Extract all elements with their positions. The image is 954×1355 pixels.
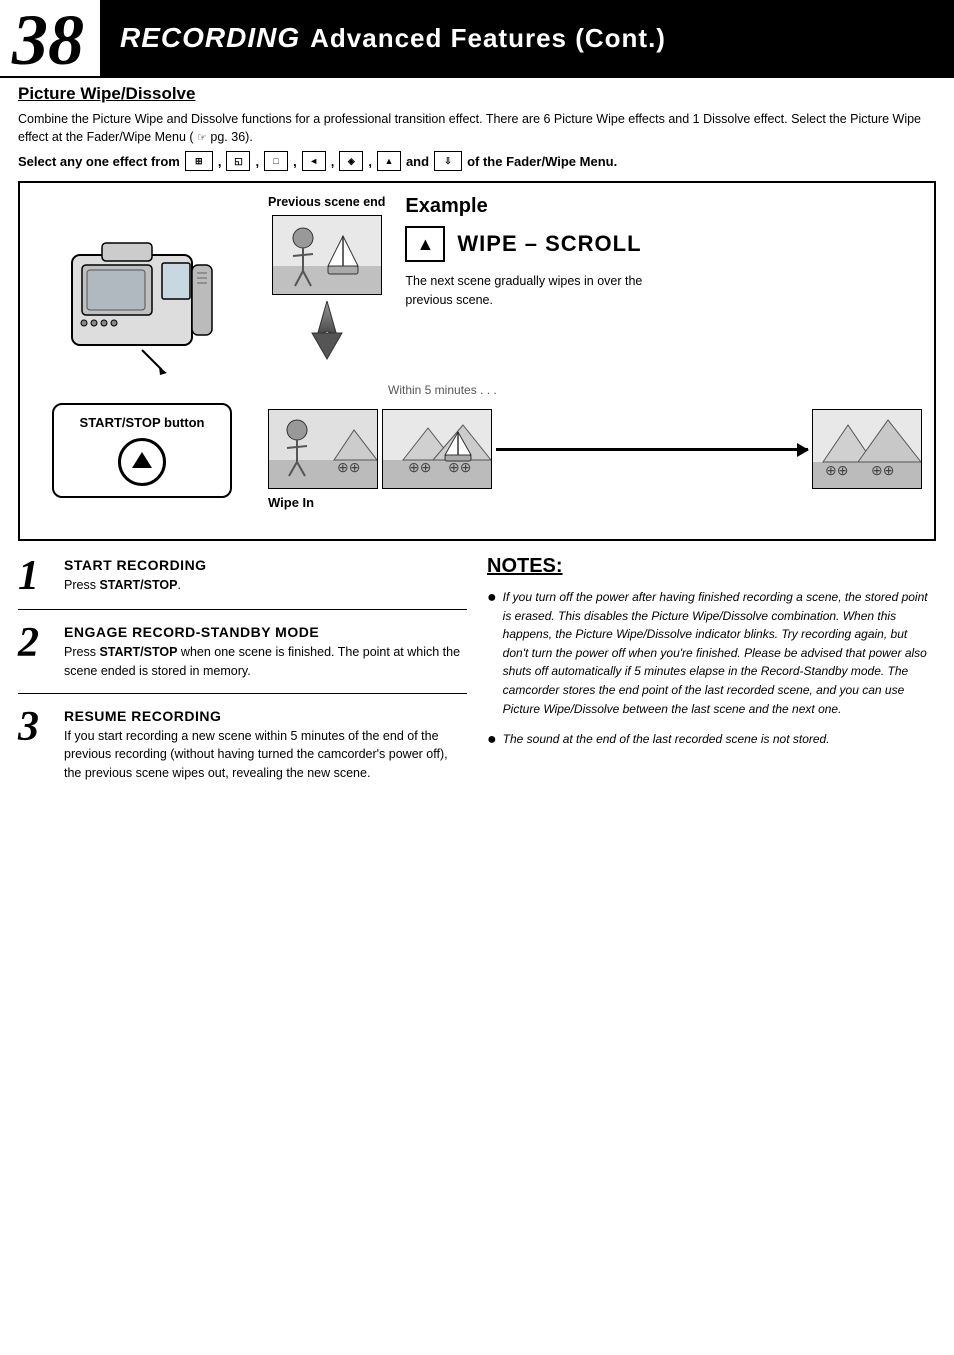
step-1-number: 1 [18,555,54,597]
camera-section: START/STOP button [32,195,252,527]
effect-icon-1: ⊞ [185,151,213,171]
intro-main: Combine the Picture Wipe and Dissolve fu… [18,112,921,144]
svg-text:⊕⊕: ⊕⊕ [337,459,360,475]
effect-row-start: Select any one effect from [18,154,180,169]
prev-scene-svg [273,216,381,294]
arrow-down-icon [307,301,347,361]
step-2-title: ENGAGE RECORD-STANDBY MODE [64,624,467,640]
note-text-1: If you turn off the power after having f… [503,588,936,718]
example-section: Example ▲ WIPE – SCROLL The next scene g… [405,195,922,367]
intro-end: pg. 36). [210,130,252,144]
effect-row: Select any one effect from ⊞ , ◱ , □ , ◄… [18,151,936,171]
circle-button [118,438,166,486]
step-3-body: If you start recording a new scene withi… [64,727,467,783]
page-ref-icon: ☞ [197,132,207,144]
effect-and: and [406,154,429,169]
svg-text:⊕⊕: ⊕⊕ [871,462,894,478]
notes-title: NOTES: [487,555,936,578]
demo-top: Previous scene end [268,195,922,367]
demo-section: Previous scene end [268,195,922,527]
step-1-body: Press START/STOP. [64,576,467,595]
step-2-content: ENGAGE RECORD-STANDBY MODE Press START/S… [64,622,467,681]
step-1: 1 START RECORDING Press START/STOP. [18,555,467,610]
wipe-scroll-row: ▲ WIPE – SCROLL [405,226,922,262]
prev-scene-image [272,215,382,295]
step-3-title: RESUME RECORDING [64,708,467,724]
title-recording: RECORDING [120,22,300,54]
step-1-title: START RECORDING [64,557,467,573]
note-bullet-1: ● [487,588,497,718]
note-item-2: ● The sound at the end of the last recor… [487,730,936,749]
wipe-icon-box: ▲ [405,226,445,262]
page-content: Picture Wipe/Dissolve Combine the Pictur… [0,84,954,807]
seq-img-1: ⊕⊕ [268,409,378,489]
section-title: Picture Wipe/Dissolve [18,84,936,104]
step-3: 3 RESUME RECORDING If you start recordin… [18,706,467,795]
effect-icon-6: ▲ [377,151,401,171]
wipe-scroll-title: WIPE – SCROLL [457,231,641,257]
start-stop-label: START/STOP button [72,415,212,430]
wipe-arrow-right [496,448,808,451]
step-2-number: 2 [18,622,54,681]
seq-img-3: ⊕⊕ ⊕⊕ [812,409,922,489]
note-bullet-2: ● [487,730,497,749]
effect-icon-5: ◈ [339,151,363,171]
arrow-down-wrap [307,295,347,367]
page-number: 38 [0,0,100,76]
notes-section: NOTES: ● If you turn off the power after… [487,555,936,807]
seq-img-2: ⊕⊕ ⊕⊕ [382,409,492,489]
note-item-1: ● If you turn off the power after having… [487,588,936,718]
effect-icon-7: ⇩ [434,151,462,171]
prev-scene-label: Previous scene end [268,195,385,209]
prev-scene: Previous scene end [268,195,385,367]
effect-icon-2: ◱ [226,151,250,171]
effect-row-end: of the Fader/Wipe Menu. [467,154,617,169]
wipe-in-label: Wipe In [268,495,922,510]
page-header: 38 RECORDING Advanced Features (Cont.) [0,0,954,78]
steps-section: 1 START RECORDING Press START/STOP. 2 EN… [18,555,467,807]
page-title: RECORDING Advanced Features (Cont.) [100,0,954,76]
svg-text:⊕⊕: ⊕⊕ [825,462,848,478]
example-label: Example [405,195,922,218]
wipe-sequence: ⊕⊕ ⊕⊕ ⊕⊕ [268,409,922,489]
within-text: Within 5 minutes . . . [268,383,922,397]
wipe-description: The next scene gradually wipes in over t… [405,272,685,310]
step-3-number: 3 [18,706,54,783]
step-1-content: START RECORDING Press START/STOP. [64,555,467,597]
start-stop-box: START/STOP button [52,403,232,498]
effect-icon-3: □ [264,151,288,171]
effect-icon-4: ◄ [302,151,326,171]
camera-illustration [52,195,232,395]
step-3-content: RESUME RECORDING If you start recording … [64,706,467,783]
intro-text: Combine the Picture Wipe and Dissolve fu… [18,110,936,147]
title-rest: Advanced Features (Cont.) [310,23,666,54]
button-arrow-icon [132,452,152,468]
note-text-2: The sound at the end of the last recorde… [503,730,830,749]
step-2: 2 ENGAGE RECORD-STANDBY MODE Press START… [18,622,467,694]
steps-notes-section: 1 START RECORDING Press START/STOP. 2 EN… [18,555,936,807]
step-2-body: Press START/STOP when one scene is finis… [64,643,467,681]
diagram-box: START/STOP button Previous scene end [18,181,936,541]
svg-text:⊕⊕: ⊕⊕ [408,459,431,475]
